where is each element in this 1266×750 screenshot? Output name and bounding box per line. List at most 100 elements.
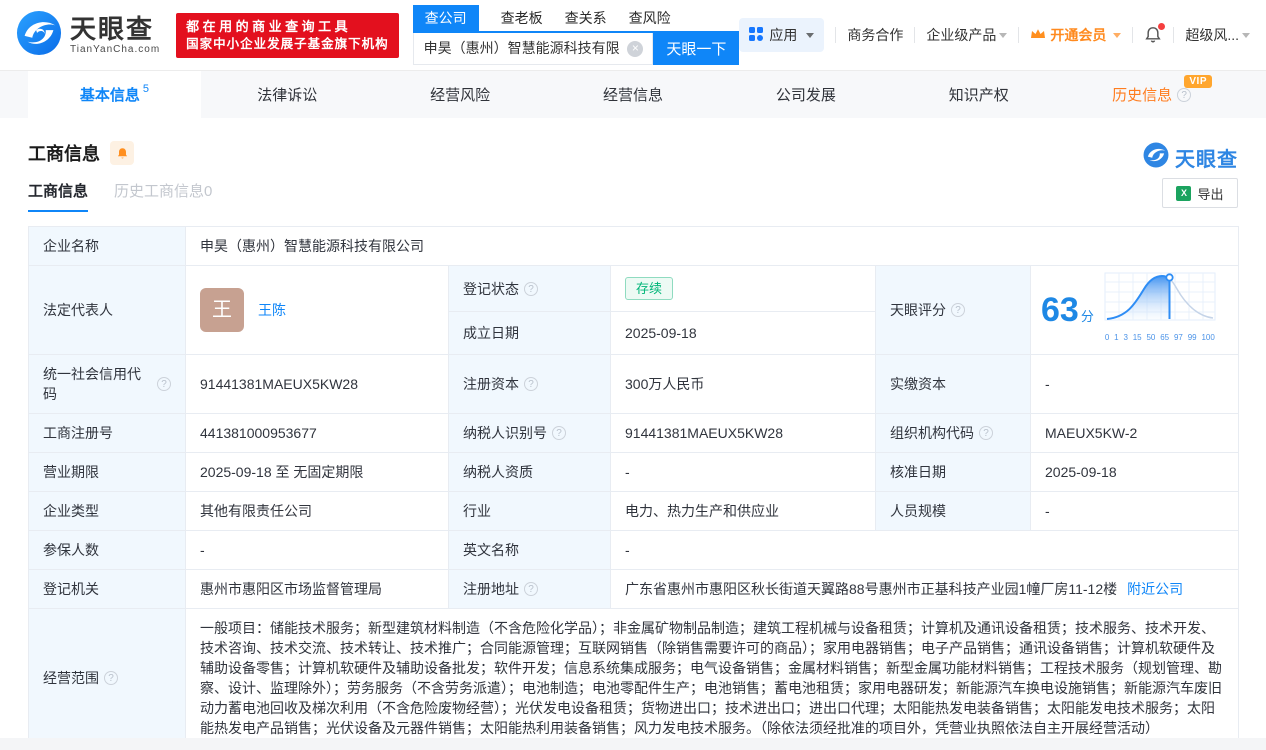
- tianyancha-watermark: 天眼查: [1143, 142, 1238, 173]
- top-header: 天眼查 TianYanCha.com 都在用的商业查询工具 国家中小企业发展子基…: [0, 0, 1266, 70]
- tab-history-info[interactable]: VIP 历史信息 ?: [1065, 71, 1238, 118]
- search-tab-risk[interactable]: 查风险: [629, 8, 671, 28]
- brand-slogan-badge: 都在用的商业查询工具 国家中小企业发展子基金旗下机构: [176, 12, 399, 58]
- clear-search-icon[interactable]: ×: [627, 40, 644, 57]
- export-label: 导出: [1197, 186, 1224, 202]
- legal-rep-cell: 王 王陈: [185, 265, 449, 355]
- tab-company-development[interactable]: 公司发展: [719, 71, 892, 118]
- nearby-companies-link[interactable]: 附近公司: [1127, 581, 1183, 597]
- legal-rep-avatar[interactable]: 王: [200, 288, 244, 332]
- taxpayer-qualification-value: -: [610, 452, 876, 492]
- establish-date-value: 2025-09-18: [610, 311, 876, 355]
- approval-date-label: 核准日期: [875, 452, 1031, 492]
- table-row: 企业类型 其他有限责任公司 行业 电力、热力生产和供应业 人员规模 -: [28, 491, 1240, 531]
- legal-rep-label: 法定代表人: [28, 265, 186, 355]
- help-icon[interactable]: ?: [951, 303, 965, 317]
- tab-business-info[interactable]: 经营信息: [547, 71, 720, 118]
- search-tabs: 查公司 查老板 查关系 查风险: [412, 5, 740, 33]
- subscribe-bell-button[interactable]: [110, 141, 134, 165]
- insured-count-label: 参保人数: [28, 530, 186, 570]
- business-cooperation-link[interactable]: 商务合作: [847, 25, 903, 45]
- notification-dot: [1158, 23, 1166, 30]
- tab-legal-proceedings[interactable]: 法律诉讼: [201, 71, 374, 118]
- search-tab-relation[interactable]: 查关系: [565, 8, 607, 28]
- table-row: 工商注册号 441381000953677 纳税人识别号? 91441381MA…: [28, 413, 1240, 453]
- divider: [1132, 27, 1134, 43]
- tab-operating-risk[interactable]: 经营风险: [374, 71, 547, 118]
- business-term-label: 营业期限: [28, 452, 186, 492]
- help-icon[interactable]: ?: [157, 377, 171, 391]
- table-row: 法定代表人 王 王陈 登记状态? 存续 天眼评分? 63 分 0 1 3 15 …: [28, 264, 1240, 355]
- search-button[interactable]: 天眼一下: [653, 32, 740, 65]
- paid-capital-value: -: [1029, 354, 1240, 414]
- export-button[interactable]: X 导出: [1162, 178, 1238, 208]
- divider: [1173, 27, 1175, 43]
- table-row: 企业名称 申昊（惠州）智慧能源科技有限公司: [28, 226, 1240, 266]
- subtab-business-registration[interactable]: 工商信息: [28, 180, 89, 212]
- subtab-history-registration[interactable]: 历史工商信息0: [114, 180, 212, 201]
- industry-label: 行业: [448, 491, 611, 531]
- apps-grid-icon: [749, 26, 764, 44]
- company-type-value: 其他有限责任公司: [185, 491, 449, 531]
- enterprise-products-menu[interactable]: 企业级产品: [926, 25, 1008, 45]
- super-risk-label: 超级风...: [1185, 27, 1239, 43]
- chevron-down-icon: [806, 32, 815, 38]
- slogan-line1: 都在用的商业查询工具: [186, 18, 352, 34]
- reg-address-label: 注册地址?: [448, 569, 611, 609]
- brand-name: 天眼查: [70, 13, 155, 44]
- tyc-score-cell: 63 分 0 1 3 15 50 65 97 99 100: [1029, 265, 1240, 355]
- notification-bell-icon[interactable]: [1144, 23, 1166, 44]
- table-row: 经营范围? 一般项目：储能技术服务；新型建筑材料制造（不含危险化学品）；非金属矿…: [28, 608, 1240, 748]
- apps-menu[interactable]: 应用: [739, 18, 825, 52]
- section-title: 工商信息: [28, 144, 100, 164]
- help-icon[interactable]: ?: [524, 582, 538, 596]
- taxpayer-qualification-label: 纳税人资质: [448, 452, 611, 492]
- reg-capital-value: 300万人民币: [610, 354, 876, 414]
- help-icon[interactable]: ?: [104, 671, 118, 685]
- help-icon[interactable]: ?: [524, 281, 538, 296]
- legal-rep-link[interactable]: 王陈: [258, 300, 286, 320]
- tab-basic-info[interactable]: 基本信息 5: [28, 71, 201, 118]
- reg-capital-label: 注册资本?: [448, 354, 611, 414]
- business-term-value: 2025-09-18 至 无固定期限: [185, 452, 449, 492]
- score-value: 63: [1041, 291, 1079, 329]
- company-name-value: 申昊（惠州）智慧能源科技有限公司: [184, 226, 1240, 266]
- super-risk-menu[interactable]: 超级风...: [1185, 25, 1250, 45]
- help-icon[interactable]: ?: [552, 426, 566, 440]
- search-tab-boss[interactable]: 查老板: [501, 8, 543, 28]
- company-nav-tabs: 基本信息 5 法律诉讼 经营风险 经营信息 公司发展 知识产权 VIP 历史信息…: [0, 70, 1266, 118]
- establish-date-label: 成立日期: [448, 311, 611, 355]
- credit-code-value: 91441381MAEUX5KW28: [185, 354, 449, 414]
- taxpayer-id-label: 纳税人识别号?: [448, 413, 611, 453]
- org-code-value: MAEUX5KW-2: [1029, 413, 1240, 453]
- help-icon[interactable]: ?: [524, 377, 538, 391]
- crown-icon: [1030, 27, 1046, 43]
- table-row: 营业期限 2025-09-18 至 无固定期限 纳税人资质 - 核准日期 202…: [28, 452, 1240, 492]
- reg-status-label: 登记状态?: [448, 264, 611, 313]
- reg-number-label: 工商注册号: [28, 413, 186, 453]
- tianyancha-logo[interactable]: 天眼查 TianYanCha.com: [16, 10, 160, 61]
- tab-history-info-label: 历史信息: [1112, 87, 1173, 104]
- tab-basic-info-count: 5: [142, 82, 149, 95]
- insured-count-value: -: [185, 530, 449, 570]
- credit-code-label: 统一社会信用代码?: [28, 354, 186, 414]
- score-axis-labels: 0 1 3 15 50 65 97 99 100: [1104, 333, 1215, 342]
- main-content: 工商信息 天眼查 工商信息 历史工商信息0 X 导出 企业名称 申昊（惠州）智慧…: [0, 118, 1266, 748]
- tianyancha-swirl-icon: [16, 10, 62, 61]
- table-row: 登记机关 惠州市惠阳区市场监督管理局 注册地址? 广东省惠州市惠阳区秋长街道天翼…: [28, 569, 1240, 609]
- chevron-down-icon: [1242, 32, 1250, 38]
- tab-intellectual-property[interactable]: 知识产权: [892, 71, 1065, 118]
- divider: [914, 27, 916, 43]
- brand-domain: TianYanCha.com: [70, 43, 161, 55]
- divider: [835, 27, 837, 43]
- help-icon[interactable]: ?: [979, 426, 993, 440]
- staff-size-label: 人员规模: [875, 491, 1031, 531]
- search-tab-company[interactable]: 查公司: [412, 5, 479, 31]
- search-input[interactable]: [412, 32, 654, 65]
- company-type-label: 企业类型: [28, 491, 186, 531]
- tianyancha-swirl-icon: [1143, 142, 1169, 173]
- vip-upgrade-link[interactable]: 开通会员: [1030, 25, 1122, 45]
- help-icon[interactable]: ?: [1177, 87, 1192, 102]
- vip-upgrade-label: 开通会员: [1050, 27, 1107, 43]
- watermark-text: 天眼查: [1175, 149, 1238, 171]
